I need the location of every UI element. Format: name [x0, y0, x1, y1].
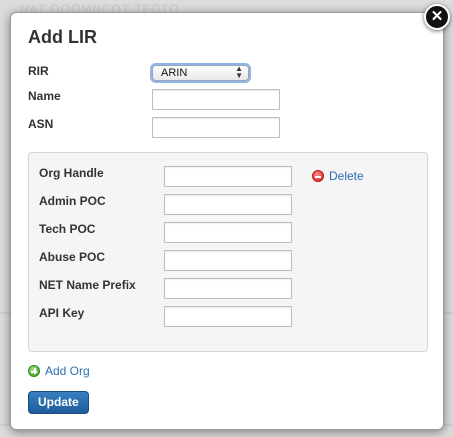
asn-label: ASN: [28, 117, 54, 131]
select-arrows-icon: ▲ ▼: [235, 64, 243, 80]
rir-label: RIR: [28, 64, 49, 78]
delete-org-link[interactable]: Delete: [312, 169, 364, 183]
rir-selected-value: ARIN: [161, 67, 188, 79]
name-input[interactable]: [152, 89, 280, 110]
org-handle-input[interactable]: [164, 166, 292, 187]
rir-select[interactable]: ARIN ▲ ▼: [152, 65, 249, 81]
delete-label: Delete: [329, 169, 364, 183]
update-button[interactable]: Update: [28, 391, 89, 414]
api-key-label: API Key: [39, 306, 85, 320]
asn-input[interactable]: [152, 117, 280, 138]
org-handle-label: Org Handle: [39, 166, 104, 180]
add-org-label: Add Org: [45, 364, 90, 378]
admin-poc-input[interactable]: [164, 194, 292, 215]
minus-circle-icon: [312, 170, 324, 182]
net-name-prefix-label: NET Name Prefix: [39, 278, 136, 292]
org-fieldset: Org Handle Delete Admin POC Tech POC Abu…: [28, 152, 428, 352]
api-key-input[interactable]: [164, 306, 292, 327]
dialog-title: Add LIR: [28, 27, 97, 47]
name-label: Name: [28, 89, 61, 103]
admin-poc-label: Admin POC: [39, 194, 106, 208]
tech-poc-input[interactable]: [164, 222, 292, 243]
close-icon[interactable]: ✕: [424, 4, 450, 30]
add-org-link[interactable]: Add Org: [28, 364, 90, 378]
net-name-prefix-input[interactable]: [164, 278, 292, 299]
plus-circle-icon: [28, 365, 40, 377]
tech-poc-label: Tech POC: [39, 222, 96, 236]
add-lir-dialog: Add LIR RIR ARIN ▲ ▼ Name ASN Org Handle …: [10, 12, 444, 430]
abuse-poc-input[interactable]: [164, 250, 292, 271]
abuse-poc-label: Abuse POC: [39, 250, 106, 264]
